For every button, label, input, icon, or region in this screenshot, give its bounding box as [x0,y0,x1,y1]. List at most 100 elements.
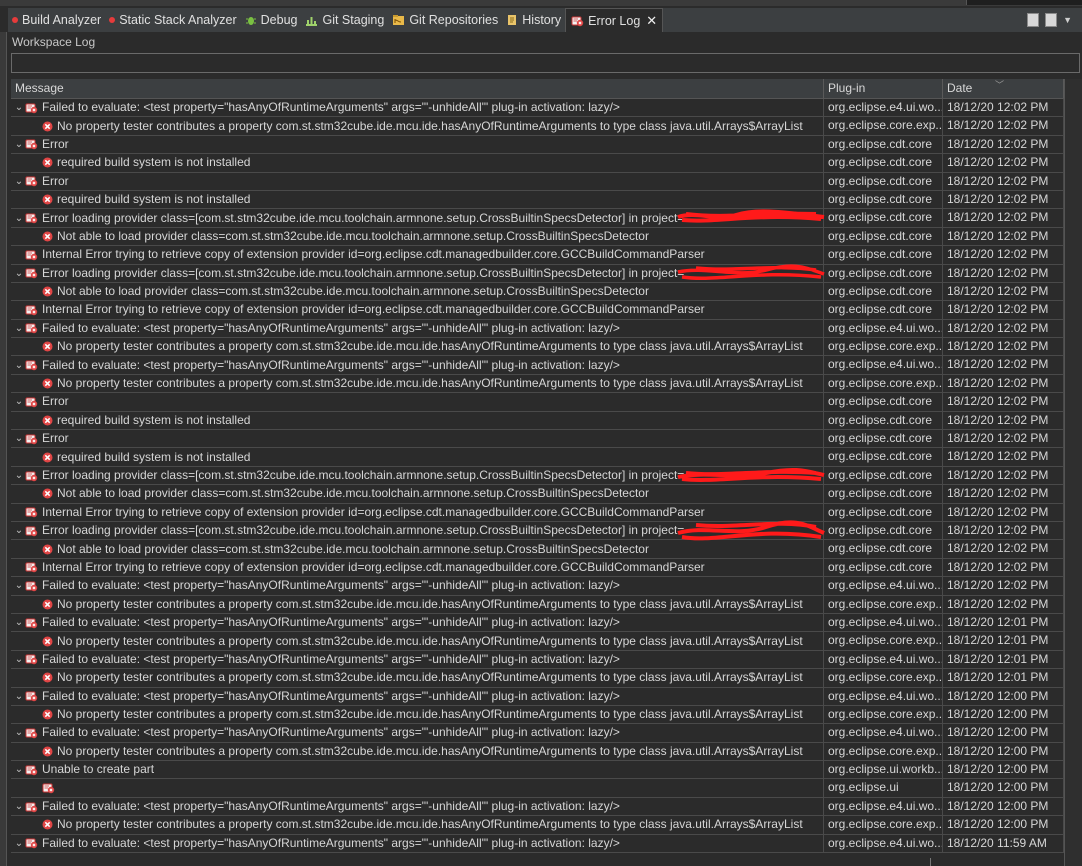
table-row[interactable]: ⌄ Failed to evaluate: <test property="has… [11,577,1064,596]
message-cell: ⌄ Failed to evaluate: <test property="has… [11,687,824,705]
vertical-scrollbar[interactable] [1064,79,1082,866]
table-row[interactable]: ⌄ Failed to evaluate: <test property="has… [11,356,1064,375]
message-text: No property tester contributes a propert… [57,817,803,832]
plugin-cell: org.eclipse.core.exp... [824,816,943,834]
table-row[interactable]: ⌄ Unable to create part org.eclipse.ui.wor… [11,761,1064,780]
table-row[interactable]: ⌄ Failed to evaluate: <test property="has… [11,613,1064,633]
chevron-down-icon[interactable]: ⌄ [13,724,25,741]
error-log-entry-icon [25,322,38,334]
error-log-entry-icon [25,580,38,592]
chevron-down-icon[interactable]: ⌄ [13,577,25,594]
chevron-down-icon[interactable]: ⌄ [13,688,25,705]
date-cell: 18/12/20 12:02 PM [943,301,1064,319]
tab-git-repositories[interactable]: Git Repositories [388,8,502,32]
chevron-down-icon[interactable]: ⌄ [13,522,25,539]
table-row[interactable]: No property tester contributes a propert… [11,742,1064,762]
table-row[interactable]: required build system is not installed or… [11,448,1064,467]
table-row[interactable]: ⌄ Error org.eclipse.cdt.core 18/12/20 12:02… [11,393,1064,412]
table-row[interactable]: No property tester contributes a propert… [11,338,1064,357]
message-cell: Not able to load provider class=com.st.s… [11,227,824,246]
date-cell: 18/12/20 12:01 PM [943,650,1064,669]
table-row[interactable]: ⌄ Error org.eclipse.cdt.core 18/12/20 12:02… [11,135,1064,155]
export-log-icon[interactable] [1027,13,1040,27]
table-row[interactable]: Not able to load provider class=com.st.s… [11,282,1064,302]
table-row[interactable]: No property tester contributes a propert… [11,816,1064,835]
chevron-down-icon[interactable]: ⌄ [13,99,25,116]
table-row[interactable]: No property tester contributes a propert… [11,117,1064,136]
table-row[interactable]: org.eclipse.ui 18/12/20 12:00 PM [11,779,1064,798]
table-row[interactable]: No property tester contributes a propert… [11,632,1064,651]
table-row[interactable]: ⌄ Error loading provider class=[com.st.st… [11,466,1064,486]
view-menu-chevron-down-icon[interactable]: ▼ [1063,15,1072,25]
chevron-down-icon[interactable]: ⌄ [13,357,25,374]
table-row[interactable]: ⌄ Failed to evaluate: <test property="has… [11,99,1064,118]
table-row[interactable]: ⌄ Error loading provider class=[com.st.st… [11,264,1064,283]
table-row[interactable]: ⌄ Error loading provider class=[com.st.st… [11,521,1064,541]
chevron-down-icon[interactable]: ⌄ [13,798,25,815]
plugin-cell: org.eclipse.cdt.core [824,154,943,172]
tab-debug[interactable]: Debug [241,8,302,32]
message-text: Internal Error trying to retrieve copy o… [42,302,705,317]
tab-history[interactable]: History [502,8,565,32]
import-log-icon[interactable] [1045,13,1058,27]
chevron-down-icon[interactable]: ⌄ [13,761,25,778]
column-header-message[interactable]: Message [11,79,824,98]
message-text: Error loading provider class=[com.st.stm… [42,210,685,225]
table-row[interactable]: Internal Error trying to retrieve copy o… [11,246,1064,265]
table-row[interactable]: ⌄ Error loading provider class=[com.st.st… [11,209,1064,228]
table-row[interactable]: ⌄ Failed to evaluate: <test property="has… [11,650,1064,670]
message-cell: Internal Error trying to retrieve copy o… [11,246,824,264]
table-row[interactable]: required build system is not installed or… [11,411,1064,431]
plugin-cell: org.eclipse.cdt.core [824,503,943,521]
chevron-down-icon[interactable]: ⌄ [13,393,25,410]
chevron-down-icon[interactable]: ⌄ [13,136,25,153]
table-row[interactable]: ⌄ Failed to evaluate: <test property="has… [11,797,1064,817]
tab-git-staging[interactable]: Git Staging [301,8,388,32]
table-row[interactable]: ⌄ Error org.eclipse.cdt.core 18/12/20 12:02… [11,430,1064,449]
chevron-down-icon[interactable]: ⌄ [13,173,25,190]
table-row[interactable]: ⌄ Failed to evaluate: <test property="has… [11,724,1064,743]
debug-icon [245,14,257,26]
filter-input[interactable] [11,53,1080,73]
table-row[interactable]: Internal Error trying to retrieve copy o… [11,301,1064,320]
table-row[interactable]: ⌄ Failed to evaluate: <test property="has… [11,319,1064,339]
table-row[interactable]: No property tester contributes a propert… [11,669,1064,688]
chevron-down-icon[interactable]: ⌄ [13,835,25,852]
plugin-cell: org.eclipse.core.exp... [824,632,943,650]
chevron-down-icon[interactable]: ⌄ [13,320,25,337]
table-row[interactable]: Internal Error trying to retrieve copy o… [11,503,1064,522]
table-row[interactable]: No property tester contributes a propert… [11,705,1064,725]
message-text: Not able to load provider class=com.st.s… [57,541,649,556]
table-row[interactable]: No property tester contributes a propert… [11,595,1064,614]
chevron-down-icon[interactable]: ⌄ [13,614,25,631]
chevron-down-icon[interactable]: ⌄ [13,265,25,282]
tab-static-stack-analyzer[interactable]: Static Stack Analyzer [105,8,240,32]
message-text: Failed to evaluate: <test property="hasA… [42,725,620,740]
date-cell: 18/12/20 12:00 PM [943,724,1064,742]
date-cell: 18/12/20 12:02 PM [943,282,1064,301]
message-text: No property tester contributes a propert… [57,707,803,722]
table-row[interactable]: Internal Error trying to retrieve copy o… [11,558,1064,578]
table-row[interactable]: ⌄ Failed to evaluate: <test property="has… [11,834,1064,854]
table-row[interactable]: required build system is not installed or… [11,154,1064,173]
table-row[interactable]: required build system is not installed or… [11,190,1064,210]
tab-build-analyzer[interactable]: Build Analyzer [8,8,105,32]
window-top-strip [0,0,1082,6]
chevron-down-icon[interactable]: ⌄ [13,210,25,227]
table-row[interactable]: No property tester contributes a propert… [11,374,1064,394]
table-row[interactable]: ⌄ Error org.eclipse.cdt.core 18/12/20 12:02… [11,172,1064,191]
close-icon[interactable]: ✕ [646,13,657,29]
error-log-entry-icon [25,653,38,665]
table-row[interactable]: Not able to load provider class=com.st.s… [11,540,1064,559]
column-header-plugin[interactable]: Plug-in [824,79,943,98]
table-row[interactable]: ⌄ Failed to evaluate: <test property="has… [11,687,1064,706]
column-header-date[interactable]: ﹀ Date [943,79,1064,98]
tab-error-log[interactable]: Error Log ✕ [565,8,664,32]
chevron-down-icon[interactable]: ⌄ [13,430,25,447]
table-row[interactable]: Not able to load provider class=com.st.s… [11,485,1064,504]
chevron-down-icon[interactable]: ⌄ [13,467,25,484]
message-cell: No property tester contributes a propert… [11,705,824,724]
message-cell: required build system is not installed [11,411,824,430]
table-row[interactable]: Not able to load provider class=com.st.s… [11,227,1064,247]
chevron-down-icon[interactable]: ⌄ [13,651,25,668]
